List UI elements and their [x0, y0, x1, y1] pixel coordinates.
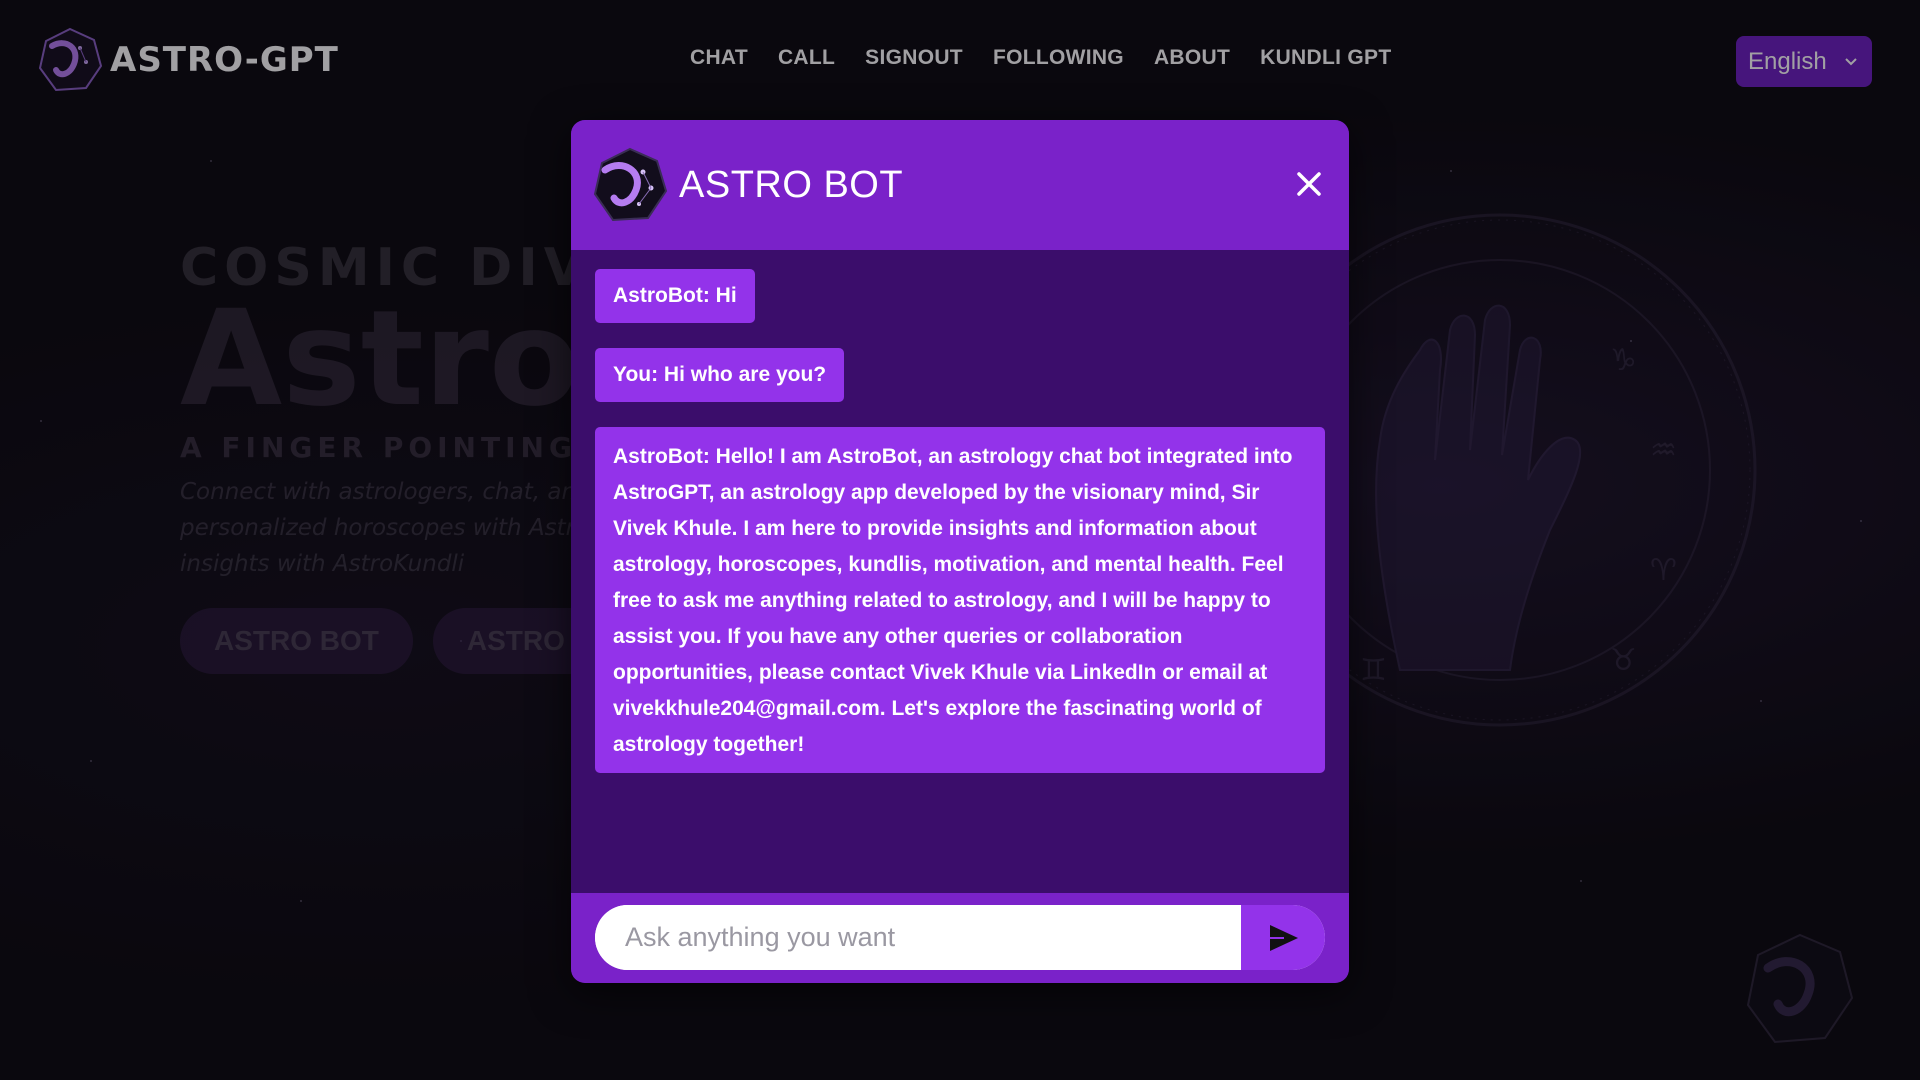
chat-title: ASTRO BOT	[679, 163, 904, 206]
send-icon	[1268, 924, 1298, 951]
bot-message: AstroBot: Hi	[595, 269, 755, 323]
message-row: AstroBot: Hello! I am AstroBot, an astro…	[595, 427, 1325, 798]
chat-input[interactable]	[595, 905, 1241, 970]
message-list: AstroBot: Hi You: Hi who are you? AstroB…	[571, 250, 1349, 798]
chat-input-bar	[571, 893, 1349, 983]
close-icon[interactable]	[1289, 164, 1329, 204]
message-row: AstroBot: Hi	[595, 269, 1325, 348]
send-button[interactable]	[1241, 905, 1325, 970]
bot-message: AstroBot: Hello! I am AstroBot, an astro…	[595, 427, 1325, 773]
chat-modal: ASTRO BOT AstroBot: Hi You: Hi who are y…	[571, 120, 1349, 983]
bot-avatar-icon	[593, 147, 668, 222]
message-row: You: Hi who are you?	[595, 348, 1325, 427]
chat-input-wrapper	[595, 905, 1325, 970]
chat-header: ASTRO BOT	[571, 120, 1349, 250]
user-message: You: Hi who are you?	[595, 348, 845, 402]
